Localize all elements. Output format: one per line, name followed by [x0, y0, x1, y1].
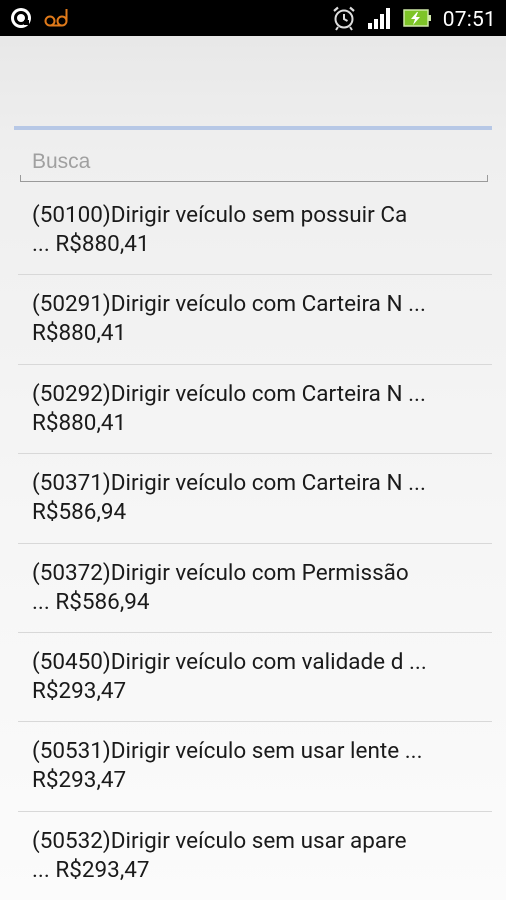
item-value: ... R$880,41 — [32, 231, 150, 257]
opera-icon — [10, 7, 32, 33]
status-bar-right: 07:51 — [331, 5, 496, 35]
list-item[interactable]: (50371)Dirigir veículo com Carteira N ..… — [18, 454, 492, 544]
item-description: (50292)Dirigir veículo com Carteira N ..… — [32, 380, 426, 407]
battery-charging-icon — [402, 6, 433, 34]
search-input[interactable] — [20, 142, 488, 181]
item-description: (50532)Dirigir veículo sem usar apare — [32, 827, 407, 854]
list-item[interactable]: (50532)Dirigir veículo sem usar apare ..… — [18, 812, 492, 900]
search-box[interactable] — [20, 142, 488, 182]
item-description: (50531)Dirigir veículo sem usar lente ..… — [32, 738, 423, 765]
status-bar-left — [10, 7, 70, 33]
header-divider — [14, 126, 492, 130]
item-description: (50372)Dirigir veículo com Permissão — [32, 559, 409, 586]
list-item[interactable]: (50450)Dirigir veículo com validade d ..… — [18, 633, 492, 723]
item-description: (50100)Dirigir veículo sem possuir Ca — [32, 202, 408, 228]
item-description: (50291)Dirigir veículo com Carteira N ..… — [32, 291, 426, 318]
item-value: R$293,47 — [32, 677, 127, 704]
item-value: R$880,41 — [32, 320, 127, 347]
list-item[interactable]: (50531)Dirigir veículo sem usar lente ..… — [18, 722, 492, 812]
voicemail-icon — [44, 7, 70, 33]
alarm-icon — [331, 5, 357, 35]
clock-time: 07:51 — [442, 8, 496, 32]
list-item[interactable]: (50100)Dirigir veículo sem possuir Ca ..… — [18, 186, 492, 276]
app-screen: (50100)Dirigir veículo sem possuir Ca ..… — [0, 36, 506, 900]
item-value: R$880,41 — [32, 409, 127, 436]
violations-list: (50100)Dirigir veículo sem possuir Ca ..… — [18, 186, 492, 900]
list-item[interactable]: (50291)Dirigir veículo com Carteira N ..… — [18, 275, 492, 365]
item-value: R$586,94 — [32, 499, 127, 526]
item-description: (50450)Dirigir veículo com validade d ..… — [32, 648, 427, 675]
item-description: (50371)Dirigir veículo com Carteira N ..… — [32, 470, 426, 497]
item-value: ... R$293,47 — [32, 856, 150, 883]
list-item[interactable]: (50372)Dirigir veículo com Permissão ...… — [18, 544, 492, 633]
list-item[interactable]: (50292)Dirigir veículo com Carteira N ..… — [18, 365, 492, 455]
item-value: ... R$586,94 — [32, 588, 150, 615]
signal-icon — [367, 6, 393, 34]
status-bar: 07:51 — [0, 0, 506, 36]
item-value: R$293,47 — [32, 767, 127, 794]
